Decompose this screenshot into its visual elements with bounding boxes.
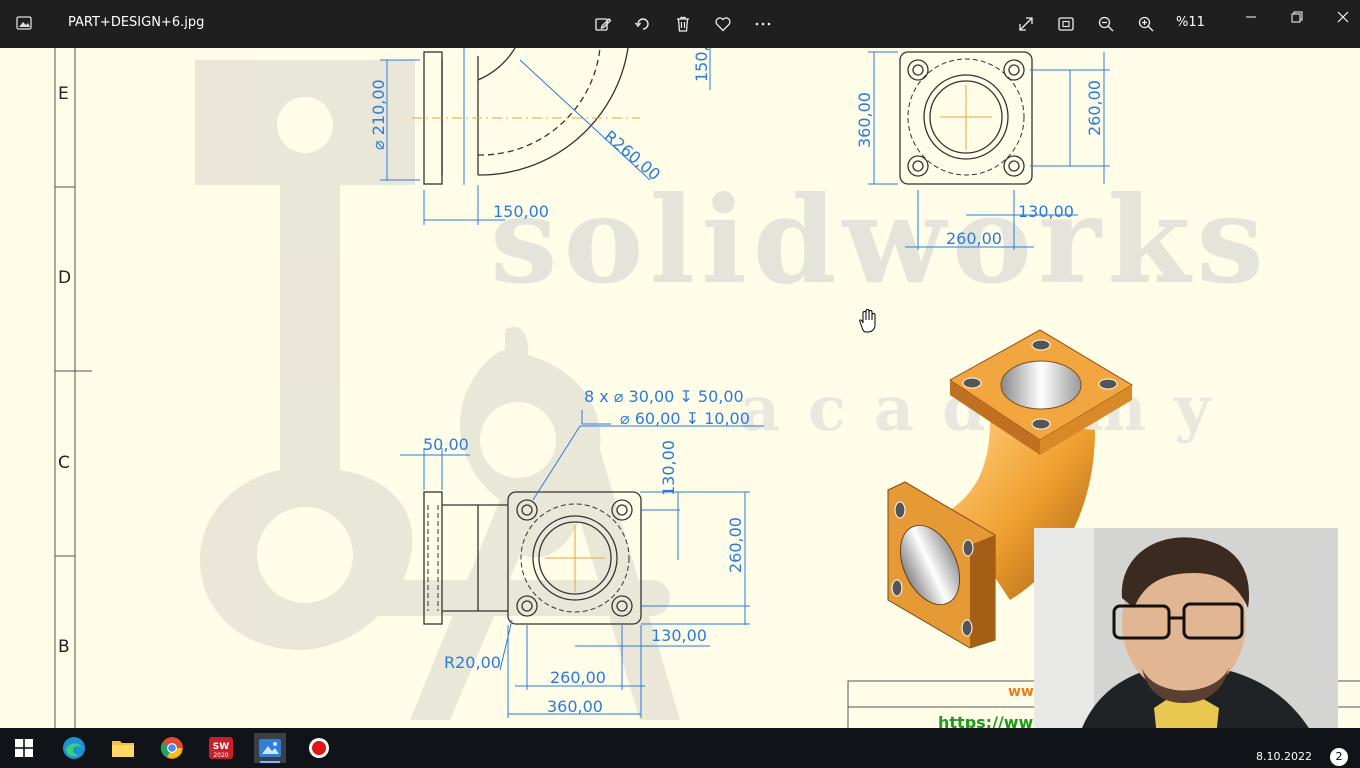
solidworks-2020-icon: SW2020 xyxy=(209,737,233,759)
webcam-overlay xyxy=(1034,528,1338,756)
dim-diameter-210: ⌀ 210,00 xyxy=(369,79,388,150)
file-name: PART+DESIGN+6.jpg xyxy=(68,15,205,30)
zoom-out-icon xyxy=(1098,16,1114,32)
titlebar: PART+DESIGN+6.jpg %11 xyxy=(0,0,1360,48)
top-right-view xyxy=(899,51,1033,185)
taskbar-edge[interactable] xyxy=(58,733,90,763)
zoom-in-button[interactable] xyxy=(1134,12,1158,36)
edit-image-icon xyxy=(595,18,612,31)
svg-text:2020: 2020 xyxy=(213,752,228,759)
taskbar-file-explorer[interactable] xyxy=(107,733,139,763)
restore-button[interactable] xyxy=(1282,8,1312,26)
heart-icon xyxy=(715,17,731,32)
rotate-button[interactable] xyxy=(631,12,655,36)
photos-icon xyxy=(259,739,281,757)
expand-icon xyxy=(1019,17,1033,31)
svg-text:SW: SW xyxy=(213,742,229,752)
hand-cursor-icon xyxy=(859,309,876,333)
dim-260-bottom: 260,00 xyxy=(550,668,606,687)
title-block-url-top: ww xyxy=(1008,684,1034,700)
watermark-title: solidworks xyxy=(490,170,1270,311)
row-letter-e: E xyxy=(58,84,69,104)
actual-size-button[interactable] xyxy=(1054,12,1078,36)
dim-150-vertical: 150, xyxy=(692,48,711,82)
fit-screen-icon xyxy=(1058,17,1074,31)
dim-260-vertical-bottom: 260,00 xyxy=(726,517,745,573)
more-button[interactable] xyxy=(751,12,775,36)
zoom-level: %11 xyxy=(1176,15,1205,30)
favorite-button[interactable] xyxy=(711,12,735,36)
dim-150-horizontal: 150,00 xyxy=(493,202,549,221)
tray-date[interactable]: 8.10.2022 xyxy=(1256,750,1312,763)
dim-130-vertical: 130,00 xyxy=(659,440,678,496)
taskbar-solidworks[interactable]: SW 2020 xyxy=(205,733,237,763)
trash-icon xyxy=(677,16,689,32)
active-indicator xyxy=(260,761,280,763)
edge-icon xyxy=(63,737,85,759)
presenter-video xyxy=(1034,528,1338,756)
zoom-out-button[interactable] xyxy=(1094,12,1118,36)
start-button[interactable] xyxy=(8,733,40,763)
delete-button[interactable] xyxy=(671,12,695,36)
taskbar-chrome[interactable] xyxy=(156,733,188,763)
photos-app-icon xyxy=(16,16,32,30)
dim-360-bottom: 360,00 xyxy=(547,697,603,716)
dim-130-horizontal: 130,00 xyxy=(1018,202,1074,221)
sheet-border xyxy=(54,48,92,728)
folder-icon xyxy=(112,741,134,757)
dim-radius-20: R20,00 xyxy=(444,653,501,672)
dim-260-vertical-right: 260,00 xyxy=(1085,80,1104,136)
dim-50: 50,00 xyxy=(423,435,469,454)
zoom-in-icon xyxy=(1138,16,1154,32)
top-left-view xyxy=(412,48,640,185)
taskbar-photos[interactable] xyxy=(254,733,286,763)
close-icon xyxy=(1337,11,1349,23)
restore-icon xyxy=(1291,11,1303,23)
row-letter-b: B xyxy=(58,637,70,657)
dim-130-bottom: 130,00 xyxy=(651,626,707,645)
expand-button[interactable] xyxy=(1014,12,1038,36)
windows-start-icon xyxy=(15,739,33,757)
close-button[interactable] xyxy=(1328,8,1358,26)
edit-button[interactable] xyxy=(591,12,615,36)
dim-360-vertical: 360,00 xyxy=(855,92,874,148)
taskbar-recorder[interactable] xyxy=(303,733,335,763)
dim-260-horizontal: 260,00 xyxy=(946,229,1002,248)
row-letter-d: D xyxy=(58,268,72,288)
record-icon xyxy=(309,738,329,758)
hole-callout-line1: 8 x ⌀ 30,00 ↧ 50,00 xyxy=(584,387,744,406)
notification-badge[interactable]: 2 xyxy=(1330,748,1348,766)
minimize-button[interactable] xyxy=(1236,8,1266,26)
row-letter-c: C xyxy=(58,453,70,473)
chrome-icon xyxy=(160,737,183,759)
taskbar xyxy=(0,728,1360,768)
rotate-icon xyxy=(634,18,649,30)
more-icon xyxy=(755,22,771,26)
hole-callout-line2: ⌀ 60,00 ↧ 10,00 xyxy=(620,409,750,428)
minimize-icon xyxy=(1246,16,1256,18)
